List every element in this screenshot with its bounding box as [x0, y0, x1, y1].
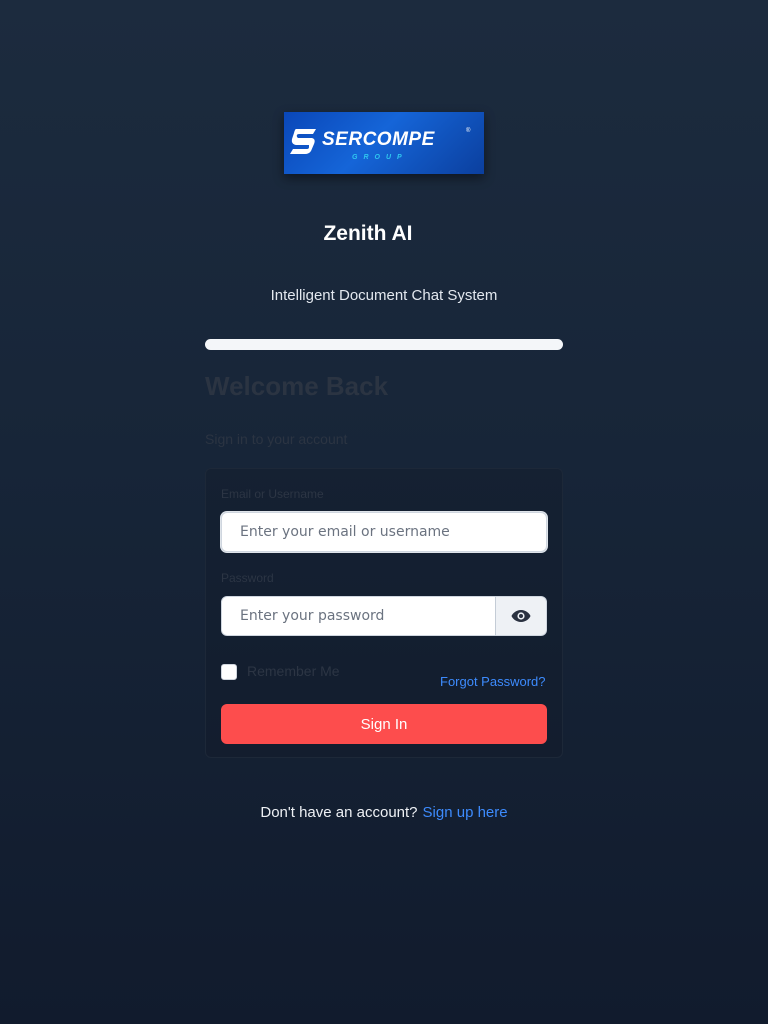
company-logo: SERCOMPE ® GROUP	[284, 112, 484, 174]
loading-progress-bar	[205, 339, 563, 350]
password-input[interactable]	[221, 596, 496, 636]
forgot-password-link[interactable]: Forgot Password?	[440, 674, 546, 689]
logo-registered-mark: ®	[466, 128, 471, 134]
signin-subheading: Sign in to your account	[205, 431, 348, 447]
email-label: Email or Username	[221, 487, 324, 501]
logo-subtitle: GROUP	[352, 154, 408, 161]
email-input[interactable]	[221, 512, 547, 552]
logo-wordmark: SERCOMPE	[322, 129, 435, 150]
remember-me-label: Remember Me	[247, 663, 340, 679]
sign-up-link[interactable]: Sign up here	[423, 804, 508, 821]
password-label: Password	[221, 571, 274, 585]
sign-in-button[interactable]: Sign In	[221, 704, 547, 744]
signup-prompt-text: Don't have an account?	[260, 804, 418, 821]
toggle-password-visibility-button[interactable]	[495, 596, 547, 636]
app-subtitle: Intelligent Document Chat System	[270, 287, 498, 304]
eye-icon	[511, 610, 531, 622]
app-title: Zenith AI	[323, 222, 413, 245]
sercompe-logo-icon	[290, 129, 316, 154]
remember-me-checkbox[interactable]	[221, 664, 237, 680]
signup-prompt: Don't have an account? Sign up here	[0, 804, 768, 821]
welcome-heading: Welcome Back	[205, 371, 389, 401]
